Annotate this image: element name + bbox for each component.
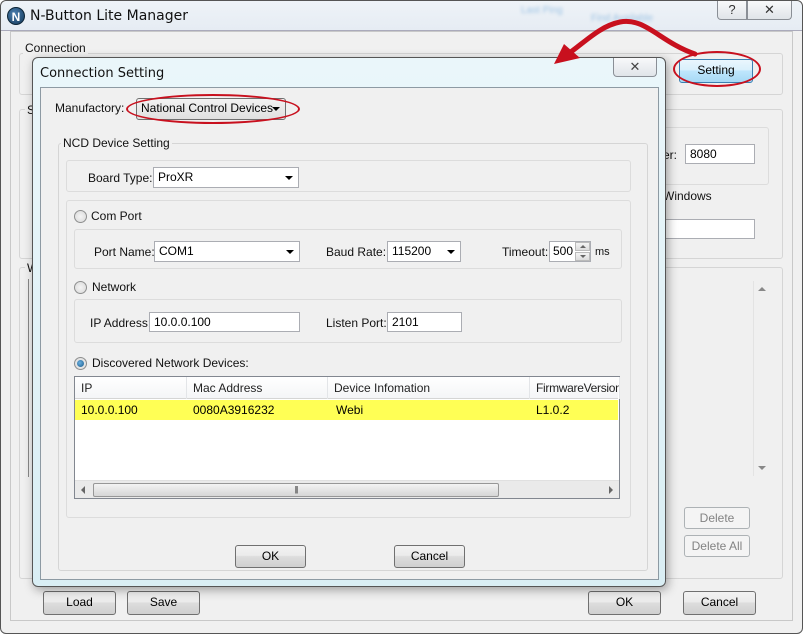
stepper-up-icon[interactable] [575,242,590,251]
board-type-label: Board Type: [88,171,153,185]
ip-address-label: IP Address: [90,316,152,330]
column-header-firmware[interactable]: FirmwareVersion [530,377,620,399]
connection-setting-dialog: Connection Setting ✕ Manufactory: Nation… [32,57,666,587]
manufactory-value: National Control Devices [141,101,274,115]
chevron-down-icon [286,250,294,254]
blurred-status-text: Find Available [591,13,654,24]
timeout-label: Timeout: [502,245,549,259]
network-label: Network [92,280,137,294]
listen-port-label: Listen Port: [326,316,387,330]
dialog-ok-button[interactable]: OK [235,545,306,568]
discovered-devices-table[interactable]: IP Mac Address Device Infomation Firmwar… [74,376,620,499]
dialog-client-area: Manufactory: National Control Devices NC… [40,87,659,580]
table-row[interactable]: 10.0.0.100 0080A3916232 Webi L1.0.2 [75,400,618,420]
app-logo-icon: N [7,7,25,25]
server-port-input[interactable]: 8080 [685,144,755,164]
scroll-up-icon[interactable] [758,287,766,291]
main-cancel-button[interactable]: Cancel [683,591,756,615]
port-name-value: COM1 [159,244,194,258]
setting-button[interactable]: Setting [679,59,753,83]
dialog-close-button[interactable]: ✕ [613,58,657,77]
baud-rate-label: Baud Rate: [326,245,387,259]
horizontal-scrollbar[interactable]: ||| [75,480,619,498]
main-titlebar: N N-Button Lite Manager Last Ping Find A… [1,1,802,31]
timeout-unit: ms [595,246,610,258]
baud-rate-combo[interactable]: 115200 [387,241,461,262]
load-button[interactable]: Load [43,591,116,615]
list-border [28,279,29,477]
main-ok-button[interactable]: OK [588,591,661,615]
chevron-down-icon [272,107,280,111]
cell-firmware: L1.0.2 [536,403,570,417]
timeout-stepper[interactable]: 500 [549,241,591,262]
vertical-scrollbar[interactable] [753,281,769,476]
delete-all-button[interactable]: Delete All [684,535,750,557]
discovered-devices-radio[interactable] [74,357,87,370]
discovered-devices-label: Discovered Network Devices: [92,356,249,370]
help-icon: ? [728,2,736,17]
port-name-label: Port Name: [94,245,155,259]
cell-device-info: Webi [336,403,364,417]
table-header: IP Mac Address Device Infomation Firmwar… [75,377,620,399]
column-header-mac[interactable]: Mac Address [187,377,328,399]
board-type-value: ProXR [158,170,194,184]
port-name-combo[interactable]: COM1 [154,241,300,262]
cell-ip: 10.0.0.100 [81,403,138,417]
cell-mac: 0080A3916232 [193,403,275,417]
close-icon: ✕ [629,59,641,74]
stepper-down-icon[interactable] [575,252,590,261]
dialog-title: Connection Setting [40,66,165,81]
network-radio[interactable] [74,281,87,294]
scroll-down-icon[interactable] [758,466,766,470]
windows-label: Windows [663,189,712,203]
help-button[interactable]: ? [717,1,747,20]
window-title: N-Button Lite Manager [30,8,188,24]
column-header-ip[interactable]: IP [75,377,187,399]
dialog-cancel-button[interactable]: Cancel [394,545,465,568]
listen-port-input[interactable]: 2101 [387,312,462,332]
column-header-device-info[interactable]: Device Infomation [328,377,530,399]
com-port-label: Com Port [91,209,142,223]
scroll-thumb[interactable]: ||| [93,483,499,497]
manufactory-combo[interactable]: National Control Devices [136,98,286,120]
com-port-radio[interactable] [74,210,87,223]
chevron-down-icon [447,250,455,254]
scroll-right-icon[interactable] [609,486,613,494]
baud-rate-value: 115200 [392,244,432,258]
ip-address-input[interactable]: 10.0.0.100 [149,312,300,332]
delete-button[interactable]: Delete [684,507,750,529]
timeout-value: 500 [553,244,574,258]
connection-group-label: Connection [23,41,88,55]
manufactory-label: Manufactory: [55,101,125,115]
blurred-status-text: Last Ping [521,5,563,16]
save-button[interactable]: Save [127,591,200,615]
close-button[interactable]: ✕ [747,1,792,20]
ncd-group-label: NCD Device Setting [61,136,172,150]
close-icon: ✕ [764,2,775,17]
board-type-combo[interactable]: ProXR [153,167,299,188]
chevron-down-icon [285,176,293,180]
scroll-left-icon[interactable] [81,486,85,494]
